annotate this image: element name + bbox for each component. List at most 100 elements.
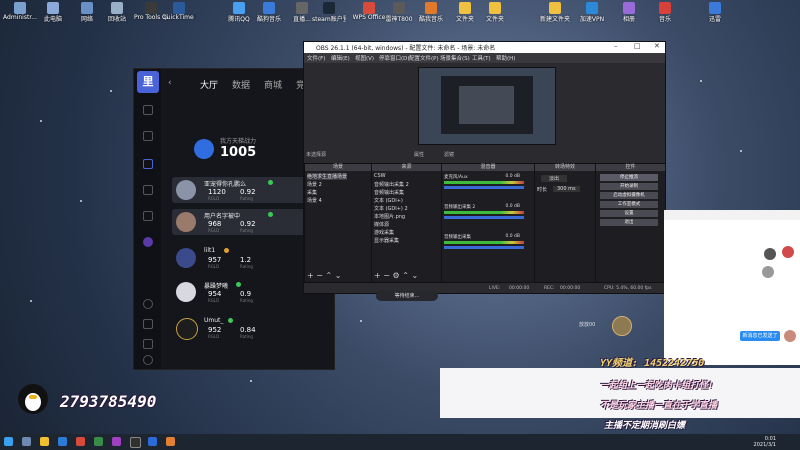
source-item[interactable]: 音频输出采集 2 (374, 181, 409, 188)
properties-button[interactable]: 属性 (414, 151, 424, 158)
source-item[interactable]: 媒体源 (374, 221, 389, 228)
folder-icon[interactable] (40, 437, 49, 446)
source-item[interactable]: 本地图片.png (374, 213, 405, 220)
desktop-icon[interactable]: 迅雷 (698, 2, 732, 23)
app-icon[interactable] (94, 437, 103, 446)
scene-item[interactable]: 场景 4 (307, 197, 322, 204)
stop-streaming-button[interactable]: 停止推流 (600, 174, 658, 181)
desktop-icon[interactable]: 新建文件夹 (538, 2, 572, 23)
app-icon[interactable] (148, 437, 157, 446)
app-icon (363, 2, 375, 14)
settings-button[interactable]: 设置 (600, 210, 658, 217)
menu-scene-collection[interactable]: 场景集合(S) (440, 54, 470, 62)
desktop-icon[interactable]: 文件夹 (448, 2, 482, 23)
obs-titlebar[interactable]: OBS 26.1.1 (64-bit, windows) - 配置文件: 未命名… (304, 42, 665, 53)
source-item[interactable]: 文本 (GDI+) (374, 197, 403, 204)
desktop-icon[interactable]: 此电脑 (36, 2, 70, 23)
maximize-icon[interactable]: □ (634, 42, 641, 50)
menu-tools[interactable]: 工具(T) (472, 54, 491, 62)
scene-item[interactable]: 场景 2 (307, 181, 322, 188)
nav-lobby[interactable]: 大厅 (200, 78, 218, 91)
crown-icon[interactable] (143, 159, 153, 169)
app-icon[interactable] (112, 437, 121, 446)
player-kda: 1.2 (240, 256, 252, 264)
desktop-icon[interactable]: WPS Office (352, 2, 386, 21)
wifi-icon[interactable] (143, 211, 153, 221)
league-icon[interactable] (143, 237, 153, 247)
scene-item[interactable]: 采集 (307, 189, 317, 196)
gear-icon[interactable] (143, 319, 153, 329)
close-icon[interactable]: ✕ (654, 42, 660, 50)
desktop-icon[interactable]: 加速VPN (575, 2, 609, 23)
dm-text: 放放00 (579, 322, 596, 328)
app-icon (659, 2, 671, 14)
desktop-icon[interactable]: 网络 (70, 2, 104, 23)
source-item[interactable]: 显示器采集 (374, 237, 399, 244)
app-icon[interactable] (166, 437, 175, 446)
menu-profile[interactable]: 配置文件(P) (409, 54, 439, 62)
desktop-icon[interactable]: 雷神T800 (382, 2, 416, 23)
exit-button[interactable]: 退出 (600, 219, 658, 226)
search-icon[interactable] (22, 437, 31, 446)
transition-select[interactable]: 淡出 (541, 175, 568, 182)
nav-shop[interactable]: 商城 (264, 78, 282, 91)
volume-slider[interactable] (444, 186, 524, 189)
desktop-icon-row: Administr... 此电脑 网络 回收站 Pro Tools 12 QuickTim… (0, 2, 800, 30)
desktop-icon[interactable]: 文件夹 (478, 2, 512, 23)
filters-button[interactable]: 滤镜 (444, 151, 454, 158)
obs-icon[interactable] (130, 437, 141, 448)
scene-add-remove-controls[interactable]: + − ⌃ ⌄ (307, 271, 341, 280)
sources-header: 来源 (372, 164, 441, 171)
app-icon[interactable] (76, 437, 85, 446)
game-logo[interactable]: 里 (137, 71, 159, 93)
minimize-icon[interactable]: – (614, 42, 618, 50)
volume-slider[interactable] (444, 246, 524, 249)
menu-help[interactable]: 帮助(H) (496, 54, 515, 62)
desktop-icon[interactable]: 相册 (612, 2, 646, 23)
desktop-icon[interactable]: Administr... (3, 2, 37, 21)
studio-mode-button[interactable]: 工作室模式 (600, 201, 658, 208)
start-recording-button[interactable]: 开始录制 (600, 183, 658, 190)
virtual-camera-button[interactable]: 启动虚拟摄像机 (600, 192, 658, 199)
tray-clock[interactable]: 0:01 2021/3/1 (754, 436, 776, 448)
shield-icon[interactable] (143, 105, 153, 115)
globe-icon[interactable] (143, 131, 153, 141)
desktop-icon[interactable]: 酷我音乐 (414, 2, 448, 23)
app-icon (586, 2, 598, 14)
menu-view[interactable]: 视图(V) (355, 54, 374, 62)
volume-slider[interactable] (444, 216, 524, 219)
desktop-icon-label: 相册 (622, 16, 635, 23)
player-row[interactable]: Umut_ 952 0.84 RGLD Rating (172, 315, 322, 341)
desktop-icon[interactable]: 腾讯QQ (222, 2, 256, 23)
browser-icon[interactable] (58, 437, 67, 446)
start-windows-icon[interactable] (4, 437, 13, 446)
puzzle-icon[interactable] (143, 185, 153, 195)
menu-edit[interactable]: 编辑(E) (331, 54, 350, 62)
source-item[interactable]: CSW (374, 173, 386, 179)
player-row[interactable]: 亚宠得你孔鹏么 1120 0.92 RGLD Rating (172, 177, 322, 203)
player-row[interactable]: 暴躁梦曦 954 0.9 RGLD Rating (172, 279, 322, 305)
desktop-icon[interactable]: QuickTime Player (162, 2, 196, 21)
menu-file[interactable]: 文件(F) (307, 54, 325, 62)
back-chevron-icon[interactable]: ‹ (168, 78, 172, 88)
source-add-remove-controls[interactable]: + − ⚙ ⌃ ⌄ (374, 271, 418, 280)
desktop-icon[interactable]: 音乐 (648, 2, 682, 23)
desktop-icon-label: 文件夹 (455, 16, 474, 23)
power-icon[interactable] (143, 355, 153, 365)
desktop-icon[interactable]: 酷狗音乐 (252, 2, 286, 23)
menu-docks[interactable]: 停靠窗口(D) (379, 54, 410, 62)
scene-item[interactable]: 绝地求生直播场景 (307, 173, 348, 180)
obs-preview[interactable] (418, 67, 556, 145)
verified-icon (228, 318, 233, 323)
desktop-icon[interactable]: 回收站 (100, 2, 134, 23)
search-icon[interactable] (143, 299, 153, 309)
nav-data[interactable]: 数据 (232, 78, 250, 91)
duration-input[interactable]: 300 ms (553, 186, 580, 192)
source-item[interactable]: 游戏采集 (374, 229, 394, 236)
player-row[interactable]: 用户名字被中 968 0.92 RGLD Rating (172, 209, 322, 235)
bell-icon[interactable] (143, 339, 153, 349)
source-item[interactable]: 音频输出采集 (374, 189, 404, 196)
player-row[interactable]: lilt1 957 1.2 RGLD Rating (172, 245, 322, 271)
source-item[interactable]: 文本 (GDI+) 2 (374, 205, 408, 212)
desktop-icon[interactable]: steam账户登录 (312, 2, 346, 23)
